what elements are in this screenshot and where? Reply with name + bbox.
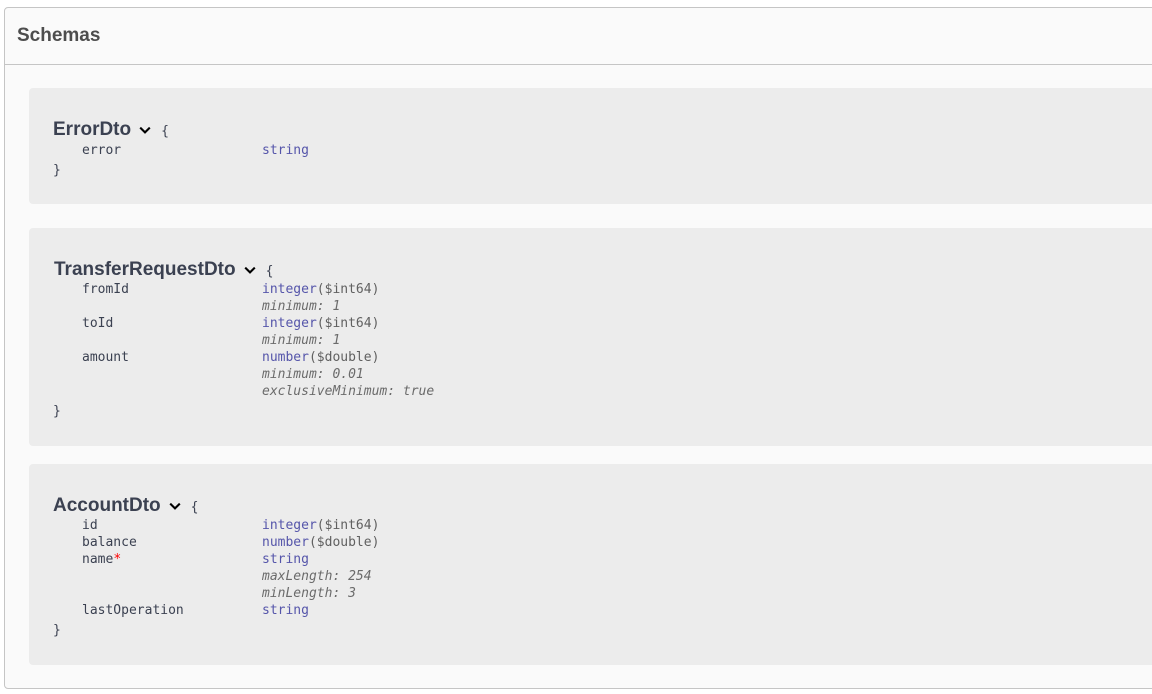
schemas-title: Schemas — [17, 25, 101, 46]
model-header[interactable]: ErrorDto { — [53, 119, 169, 141]
open-brace: { — [265, 264, 274, 279]
property-name: id — [82, 518, 98, 533]
model-name[interactable]: ErrorDto — [53, 119, 131, 141]
model-card-accountdto: AccountDto { id integer($int64) balance … — [29, 464, 1152, 665]
schemas-header[interactable]: Schemas — [5, 8, 1152, 65]
model-header[interactable]: AccountDto { — [53, 495, 198, 517]
property-type: integer($int64) — [262, 316, 380, 331]
property-name: fromId — [82, 282, 129, 297]
close-brace: } — [53, 623, 61, 638]
property-name: amount — [82, 350, 129, 365]
property-constraint: exclusiveMinimum: true — [262, 384, 435, 399]
property-constraint: maxLength: 254 — [262, 569, 372, 584]
property-constraint: minimum: 1 — [262, 333, 341, 348]
property-type: string — [262, 143, 309, 158]
property-type: integer($int64) — [262, 518, 380, 533]
close-brace: } — [53, 163, 61, 178]
property-constraint: minimum: 1 — [262, 299, 341, 314]
property-type: integer($int64) — [262, 282, 380, 297]
property-type: number($double) — [262, 535, 380, 550]
property-name: balance — [82, 535, 137, 550]
model-header[interactable]: TransferRequestDto { — [54, 259, 273, 281]
property-type: string — [262, 603, 309, 618]
chevron-down-icon[interactable] — [242, 262, 258, 278]
model-card-transferrequestdto: TransferRequestDto { fromId integer($int… — [29, 228, 1152, 446]
open-brace: { — [161, 124, 169, 139]
model-name[interactable]: TransferRequestDto — [54, 259, 236, 281]
property-name: error — [82, 143, 122, 158]
property-name: lastOperation — [82, 603, 184, 618]
model-card-errordto: ErrorDto { error string } — [29, 88, 1152, 204]
required-star: * — [113, 552, 122, 567]
close-brace: } — [53, 404, 61, 419]
chevron-down-icon[interactable] — [167, 498, 183, 514]
property-type: number($double) — [262, 350, 380, 365]
property-constraint: minLength: 3 — [262, 586, 356, 601]
property-name: toId — [82, 316, 114, 331]
chevron-down-icon[interactable] — [137, 122, 153, 138]
property-type: string — [262, 552, 309, 567]
model-name[interactable]: AccountDto — [53, 495, 161, 517]
schemas-section: Schemas ErrorDto { error string } Transf… — [4, 7, 1152, 689]
property-name-required: name* — [82, 552, 122, 567]
open-brace: { — [190, 500, 199, 515]
property-constraint: minimum: 0.01 — [262, 367, 364, 382]
